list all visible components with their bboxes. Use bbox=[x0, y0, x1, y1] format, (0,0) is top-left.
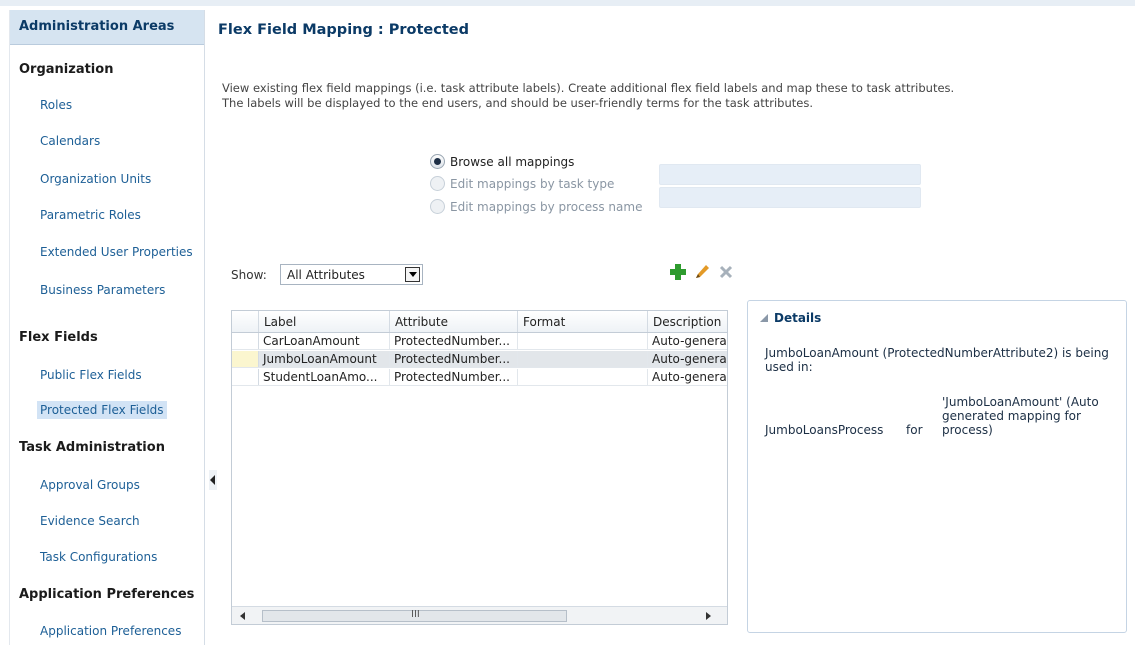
cell-format bbox=[518, 369, 648, 385]
section-task-administration: Task Administration bbox=[19, 440, 165, 455]
cell-label: CarLoanAmount bbox=[259, 333, 390, 349]
description-line-1: View existing flex field mappings (i.e. … bbox=[222, 81, 955, 95]
section-flex-fields: Flex Fields bbox=[19, 330, 98, 345]
cell-description: Auto-genera bbox=[652, 352, 727, 366]
top-strip bbox=[0, 0, 1135, 6]
column-header-format[interactable]: Format bbox=[518, 311, 648, 332]
table-row[interactable]: CarLoanAmount ProtectedNumber... Auto-ge… bbox=[232, 333, 727, 350]
scroll-thumb[interactable]: III bbox=[262, 609, 567, 622]
sidebar-item-public-flex-fields[interactable]: Public Flex Fields bbox=[40, 368, 142, 382]
task-type-field[interactable] bbox=[659, 164, 921, 185]
dropdown-arrow-icon[interactable] bbox=[405, 267, 420, 282]
radio-browse-all[interactable]: Browse all mappings bbox=[430, 154, 574, 169]
cell-label: JumboLoanAmount bbox=[259, 351, 390, 367]
cell-format bbox=[518, 333, 648, 349]
usage-process-name: JumboLoansProcess bbox=[765, 423, 884, 437]
table-row[interactable]: JumboLoanAmount ProtectedNumber... Auto-… bbox=[232, 351, 727, 368]
cell-attribute: ProtectedNumber... bbox=[390, 333, 518, 349]
sidebar-item-business-parameters[interactable]: Business Parameters bbox=[40, 283, 165, 297]
sidebar-item-task-configurations[interactable]: Task Configurations bbox=[40, 550, 157, 564]
admin-sidebar: Administration Areas Organization Roles … bbox=[9, 10, 205, 645]
row-header bbox=[232, 333, 259, 349]
sidebar-title: Administration Areas bbox=[10, 10, 204, 45]
show-select-value: All Attributes bbox=[287, 268, 365, 282]
scroll-left-icon[interactable] bbox=[240, 612, 245, 620]
sidebar-item-protected-flex-fields[interactable]: Protected Flex Fields bbox=[37, 401, 167, 419]
usage-description: 'JumboLoanAmount' (Auto generated mappin… bbox=[942, 395, 1099, 437]
show-attributes-select[interactable]: All Attributes bbox=[280, 264, 423, 285]
sidebar-item-application-preferences[interactable]: Application Preferences bbox=[40, 624, 181, 638]
plus-icon[interactable] bbox=[668, 262, 688, 282]
description-line-2: The labels will be displayed to the end … bbox=[222, 96, 813, 110]
table-row[interactable]: StudentLoanAmo... ProtectedNumber... Aut… bbox=[232, 369, 727, 386]
x-icon[interactable] bbox=[716, 262, 736, 282]
cell-format bbox=[518, 351, 648, 367]
usage-for-word: for bbox=[906, 423, 923, 437]
section-application-preferences: Application Preferences bbox=[19, 587, 195, 602]
process-name-field[interactable] bbox=[659, 187, 921, 208]
sidebar-collapse-handle[interactable] bbox=[209, 470, 217, 490]
sidebar-item-approval-groups[interactable]: Approval Groups bbox=[40, 478, 140, 492]
radio-checked-icon[interactable] bbox=[430, 154, 445, 169]
row-header-corner bbox=[232, 311, 259, 332]
cell-description: Auto-genera bbox=[652, 370, 727, 384]
cell-label: StudentLoanAmo... bbox=[259, 369, 390, 385]
column-header-attribute[interactable]: Attribute bbox=[390, 311, 518, 332]
radio-edit-by-process-name[interactable]: Edit mappings by process name bbox=[430, 199, 642, 214]
sidebar-item-calendars[interactable]: Calendars bbox=[40, 134, 100, 148]
details-panel: Details JumboLoanAmount (ProtectedNumber… bbox=[747, 300, 1127, 633]
radio-unchecked-icon[interactable] bbox=[430, 199, 445, 214]
show-label: Show: bbox=[231, 268, 267, 282]
radio-browse-all-label: Browse all mappings bbox=[450, 154, 575, 169]
cell-description: Auto-genera bbox=[652, 334, 727, 348]
cell-attribute: ProtectedNumber... bbox=[390, 351, 518, 367]
sidebar-item-organization-units[interactable]: Organization Units bbox=[40, 172, 151, 186]
pencil-icon[interactable] bbox=[692, 262, 712, 282]
mappings-table: Label Attribute Format Description CarLo… bbox=[231, 310, 728, 625]
sidebar-item-parametric-roles[interactable]: Parametric Roles bbox=[40, 208, 141, 222]
scroll-grip: III bbox=[411, 609, 420, 620]
collapse-left-icon bbox=[210, 475, 215, 485]
horizontal-scrollbar[interactable]: III bbox=[232, 606, 727, 624]
sidebar-item-roles[interactable]: Roles bbox=[40, 98, 72, 112]
cell-attribute: ProtectedNumber... bbox=[390, 369, 518, 385]
sidebar-item-evidence-search[interactable]: Evidence Search bbox=[40, 514, 140, 528]
collapse-triangle-icon[interactable] bbox=[760, 314, 768, 322]
scroll-right-icon[interactable] bbox=[706, 612, 711, 620]
page-description: View existing flex field mappings (i.e. … bbox=[222, 81, 954, 111]
radio-edit-by-task-type[interactable]: Edit mappings by task type bbox=[430, 176, 614, 191]
table-toolbar bbox=[668, 262, 736, 282]
radio-edit-by-process-name-label: Edit mappings by process name bbox=[450, 199, 643, 214]
radio-edit-by-task-type-label: Edit mappings by task type bbox=[450, 176, 615, 191]
sidebar-item-extended-user-properties[interactable]: Extended User Properties bbox=[40, 245, 193, 259]
row-header bbox=[232, 369, 259, 385]
details-usage-text: JumboLoanAmount (ProtectedNumberAttribut… bbox=[765, 346, 1109, 374]
table-header: Label Attribute Format Description bbox=[232, 311, 727, 333]
section-organization: Organization bbox=[19, 62, 114, 77]
row-header bbox=[232, 351, 259, 367]
column-header-description[interactable]: Description bbox=[648, 311, 727, 332]
details-header[interactable]: Details bbox=[760, 311, 821, 325]
column-header-label[interactable]: Label bbox=[259, 311, 390, 332]
page-title: Flex Field Mapping : Protected bbox=[218, 22, 470, 38]
details-title: Details bbox=[774, 311, 822, 325]
radio-unchecked-icon[interactable] bbox=[430, 176, 445, 191]
